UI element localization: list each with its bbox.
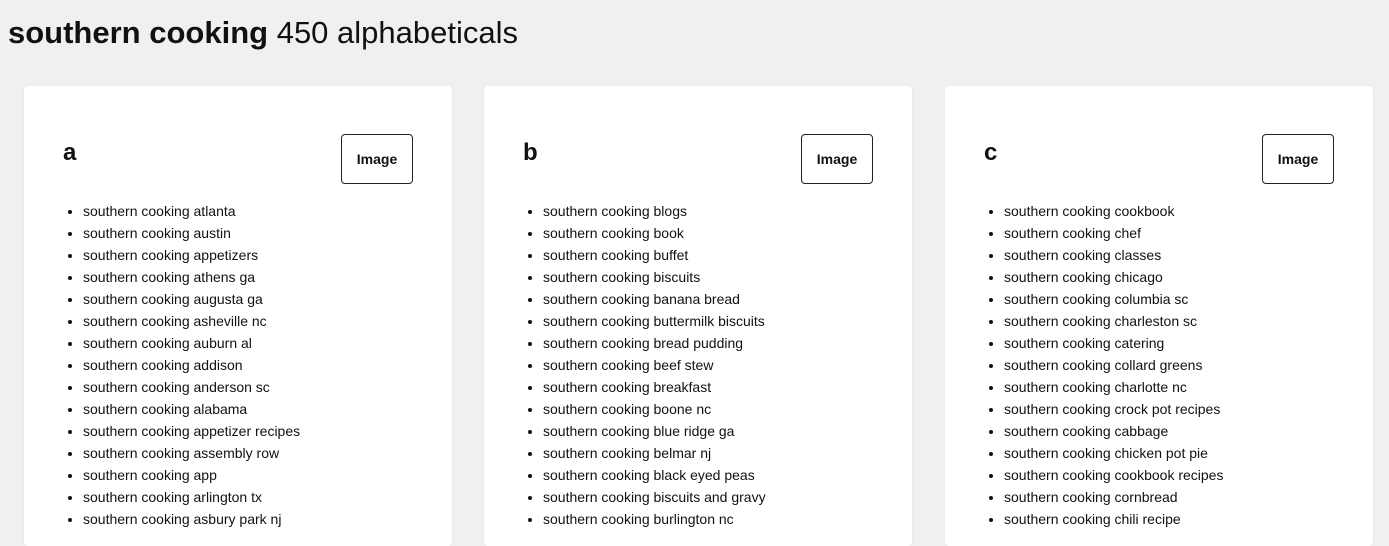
term-list-item: southern cooking cornbread bbox=[1004, 486, 1223, 508]
letter-card-b: b Image southern cooking blogssouthern c… bbox=[484, 86, 912, 546]
term-list-item: southern cooking chili recipe bbox=[1004, 508, 1223, 530]
term-list-item: southern cooking biscuits bbox=[543, 266, 766, 288]
page-title-subtitle: 450 alphabeticals bbox=[276, 15, 518, 50]
image-button[interactable]: Image bbox=[341, 134, 413, 184]
term-list-item: southern cooking alabama bbox=[83, 398, 300, 420]
term-list-item: southern cooking assembly row bbox=[83, 442, 300, 464]
term-list-item: southern cooking cookbook bbox=[1004, 200, 1223, 222]
term-list-item: southern cooking blue ridge ga bbox=[543, 420, 766, 442]
letter-card-c: c Image southern cooking cookbooksouther… bbox=[945, 86, 1373, 546]
term-list-item: southern cooking collard greens bbox=[1004, 354, 1223, 376]
letter-card-a: a Image southern cooking atlantasouthern… bbox=[24, 86, 452, 546]
image-button[interactable]: Image bbox=[801, 134, 873, 184]
term-list: southern cooking blogssouthern cooking b… bbox=[523, 200, 766, 530]
term-list-item: southern cooking black eyed peas bbox=[543, 464, 766, 486]
term-list-item: southern cooking classes bbox=[1004, 244, 1223, 266]
term-list: southern cooking atlantasouthern cooking… bbox=[63, 200, 300, 530]
term-list-item: southern cooking anderson sc bbox=[83, 376, 300, 398]
term-list-item: southern cooking belmar nj bbox=[543, 442, 766, 464]
image-button[interactable]: Image bbox=[1262, 134, 1334, 184]
term-list-item: southern cooking banana bread bbox=[543, 288, 766, 310]
term-list-item: southern cooking beef stew bbox=[543, 354, 766, 376]
page-title: southern cooking 450 alphabeticals bbox=[8, 13, 518, 53]
card-letter-heading: a bbox=[63, 139, 77, 166]
term-list-item: southern cooking asheville nc bbox=[83, 310, 300, 332]
term-list-item: southern cooking auburn al bbox=[83, 332, 300, 354]
term-list-item: southern cooking asbury park nj bbox=[83, 508, 300, 530]
term-list-item: southern cooking blogs bbox=[543, 200, 766, 222]
term-list-item: southern cooking boone nc bbox=[543, 398, 766, 420]
card-letter-heading: c bbox=[984, 139, 998, 166]
term-list-item: southern cooking crock pot recipes bbox=[1004, 398, 1223, 420]
term-list-item: southern cooking charleston sc bbox=[1004, 310, 1223, 332]
term-list-item: southern cooking chef bbox=[1004, 222, 1223, 244]
term-list-item: southern cooking burlington nc bbox=[543, 508, 766, 530]
term-list-item: southern cooking appetizer recipes bbox=[83, 420, 300, 442]
term-list-item: southern cooking charlotte nc bbox=[1004, 376, 1223, 398]
page-title-topic: southern cooking bbox=[8, 15, 269, 50]
term-list-item: southern cooking chicken pot pie bbox=[1004, 442, 1223, 464]
term-list-item: southern cooking atlanta bbox=[83, 200, 300, 222]
term-list-item: southern cooking appetizers bbox=[83, 244, 300, 266]
term-list-item: southern cooking arlington tx bbox=[83, 486, 300, 508]
card-letter-heading: b bbox=[523, 139, 538, 166]
term-list-item: southern cooking cabbage bbox=[1004, 420, 1223, 442]
term-list-item: southern cooking austin bbox=[83, 222, 300, 244]
term-list-item: southern cooking chicago bbox=[1004, 266, 1223, 288]
term-list-item: southern cooking augusta ga bbox=[83, 288, 300, 310]
term-list-item: southern cooking buttermilk biscuits bbox=[543, 310, 766, 332]
term-list-item: southern cooking buffet bbox=[543, 244, 766, 266]
term-list-item: southern cooking cookbook recipes bbox=[1004, 464, 1223, 486]
term-list-item: southern cooking book bbox=[543, 222, 766, 244]
term-list-item: southern cooking catering bbox=[1004, 332, 1223, 354]
term-list-item: southern cooking athens ga bbox=[83, 266, 300, 288]
term-list-item: southern cooking addison bbox=[83, 354, 300, 376]
term-list-item: southern cooking app bbox=[83, 464, 300, 486]
term-list-item: southern cooking columbia sc bbox=[1004, 288, 1223, 310]
term-list: southern cooking cookbooksouthern cookin… bbox=[984, 200, 1223, 530]
term-list-item: southern cooking breakfast bbox=[543, 376, 766, 398]
term-list-item: southern cooking biscuits and gravy bbox=[543, 486, 766, 508]
term-list-item: southern cooking bread pudding bbox=[543, 332, 766, 354]
